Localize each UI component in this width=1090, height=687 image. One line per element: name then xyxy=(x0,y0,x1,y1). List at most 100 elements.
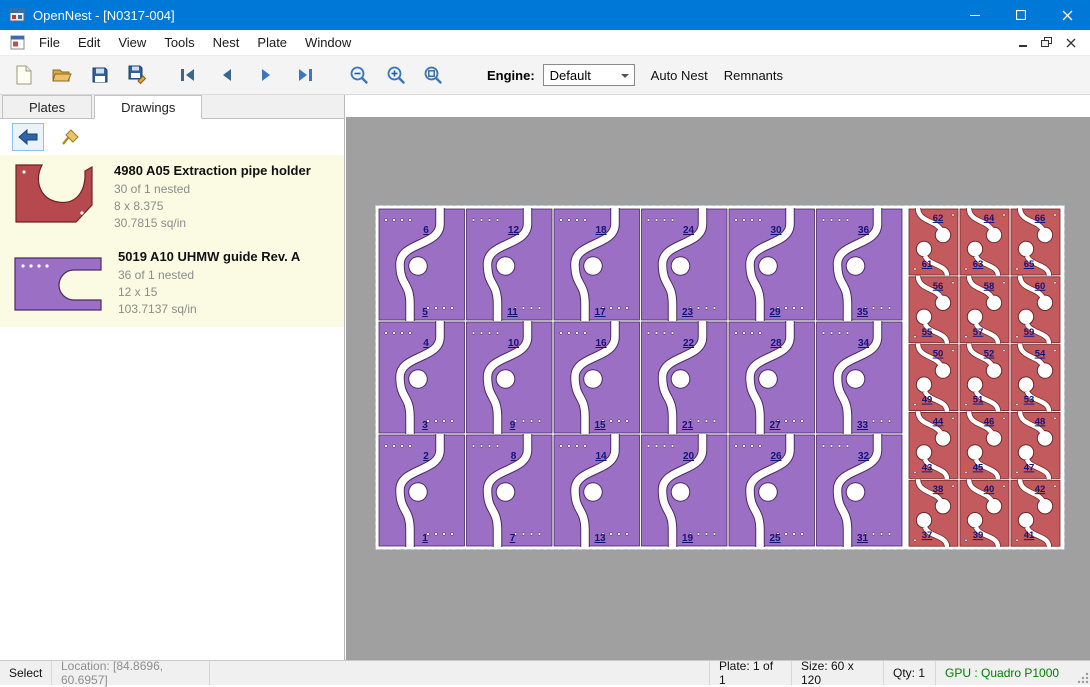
drill-hole xyxy=(663,445,666,448)
nested-part-pair-red[interactable]: 4039 xyxy=(960,479,1009,547)
nested-part-pair-purple[interactable]: 43 xyxy=(379,321,465,434)
drawing-item-purple[interactable]: 5019 A10 UHMW guide Rev. A 36 of 1 neste… xyxy=(0,241,344,327)
drill-hole xyxy=(822,332,825,335)
drill-hole xyxy=(538,307,541,310)
new-document-icon xyxy=(15,65,33,85)
nest-canvas[interactable]: 6512111817242330293635431091615222128273… xyxy=(346,95,1090,660)
minimize-button[interactable] xyxy=(952,0,998,30)
nested-part-pair-red[interactable]: 4241 xyxy=(1011,479,1060,547)
nested-part-pair-purple[interactable]: 65 xyxy=(379,208,465,321)
tab-drawings[interactable]: Drawings xyxy=(94,95,202,119)
nested-part-pair-purple[interactable]: 1615 xyxy=(554,321,640,434)
canvas-margin xyxy=(346,95,1090,117)
resize-grip[interactable] xyxy=(1075,661,1090,685)
drill-hole xyxy=(1054,417,1056,419)
grip-dots-icon xyxy=(1076,671,1089,684)
menu-view[interactable]: View xyxy=(109,31,155,54)
zoom-fit-button[interactable] xyxy=(417,60,449,90)
nested-part-pair-red[interactable]: 3837 xyxy=(909,479,958,547)
menu-edit[interactable]: Edit xyxy=(69,31,109,54)
drill-hole xyxy=(496,219,499,222)
mdi-close-button[interactable] xyxy=(1060,34,1082,52)
nested-part-pair-red[interactable]: 5655 xyxy=(909,276,958,344)
nested-part-pair-red[interactable]: 5453 xyxy=(1011,344,1060,412)
maximize-button[interactable] xyxy=(998,0,1044,30)
nested-part-pair-purple[interactable]: 1413 xyxy=(554,434,640,547)
mdi-restore-button[interactable] xyxy=(1036,34,1058,52)
nested-part-pair-red[interactable]: 4645 xyxy=(960,411,1009,479)
nav-first-button[interactable] xyxy=(172,60,204,90)
nested-part-pair-purple[interactable]: 3029 xyxy=(729,208,815,321)
nested-part-pair-red[interactable]: 5857 xyxy=(960,276,1009,344)
drill-hole xyxy=(952,349,954,351)
clear-button[interactable] xyxy=(54,123,86,151)
nested-part-pair-purple[interactable]: 21 xyxy=(379,434,465,547)
new-button[interactable] xyxy=(8,60,40,90)
nest-plate-view[interactable]: 6512111817242330293635431091615222128273… xyxy=(375,205,1065,550)
close-button[interactable] xyxy=(1044,0,1090,30)
nested-part-pair-red[interactable]: 4443 xyxy=(909,411,958,479)
drill-hole xyxy=(496,332,499,335)
nested-part-pair-purple[interactable]: 2019 xyxy=(642,434,728,547)
nested-part-pair-purple[interactable]: 3635 xyxy=(817,208,903,321)
menu-nest[interactable]: Nest xyxy=(204,31,249,54)
drill-hole xyxy=(880,420,883,423)
menu-file[interactable]: File xyxy=(30,31,69,54)
drill-hole xyxy=(647,445,650,448)
save-button[interactable] xyxy=(84,60,116,90)
drill-hole xyxy=(618,420,621,423)
nested-part-pair-red[interactable]: 6665 xyxy=(1011,208,1060,276)
mdi-minimize-button[interactable] xyxy=(1012,34,1034,52)
drill-hole xyxy=(663,219,666,222)
drill-hole xyxy=(838,445,841,448)
drill-hole xyxy=(830,445,833,448)
nested-part-pair-red[interactable]: 6261 xyxy=(909,208,958,276)
status-size: Size: 60 x 120 xyxy=(791,661,883,685)
menu-plate[interactable]: Plate xyxy=(248,31,296,54)
nested-part-pair-red[interactable]: 5049 xyxy=(909,344,958,412)
drawing-item-red[interactable]: 4980 A05 Extraction pipe holder 30 of 1 … xyxy=(0,155,344,241)
part-number-label: 1 xyxy=(422,533,428,544)
part-number-label: 49 xyxy=(922,395,933,406)
remnants-button[interactable]: Remnants xyxy=(724,68,783,83)
nav-next-button[interactable] xyxy=(250,60,282,90)
maximize-icon xyxy=(1016,10,1026,20)
menu-window[interactable]: Window xyxy=(296,31,360,54)
nested-part-pair-red[interactable]: 5251 xyxy=(960,344,1009,412)
nested-part-pair-purple[interactable]: 109 xyxy=(467,321,553,434)
nested-part-pair-purple[interactable]: 3231 xyxy=(817,434,903,547)
nested-part-pair-purple[interactable]: 1211 xyxy=(467,208,553,321)
nav-last-button[interactable] xyxy=(289,60,321,90)
nested-part-pair-red[interactable]: 6463 xyxy=(960,208,1009,276)
nested-part-pair-purple[interactable]: 3433 xyxy=(817,321,903,434)
drill-hole xyxy=(952,417,954,419)
engine-select[interactable]: Default xyxy=(543,64,635,86)
zoom-out-button[interactable] xyxy=(343,60,375,90)
part-number-label: 64 xyxy=(984,213,995,224)
drill-hole xyxy=(838,332,841,335)
nested-part-pair-purple[interactable]: 2423 xyxy=(642,208,728,321)
drill-hole xyxy=(965,471,967,473)
return-part-button[interactable] xyxy=(12,123,44,151)
nav-prev-button[interactable] xyxy=(211,60,243,90)
open-button[interactable] xyxy=(46,60,78,90)
menu-tools[interactable]: Tools xyxy=(155,31,203,54)
minimize-icon xyxy=(970,15,980,16)
drill-hole xyxy=(522,533,525,536)
nested-part-pair-purple[interactable]: 2827 xyxy=(729,321,815,434)
part-number-label: 24 xyxy=(683,225,695,236)
auto-nest-button[interactable]: Auto Nest xyxy=(651,68,708,83)
nested-part-pair-purple[interactable]: 87 xyxy=(467,434,553,547)
nested-part-pair-red[interactable]: 4847 xyxy=(1011,411,1060,479)
save-as-button[interactable] xyxy=(122,60,154,90)
drill-hole xyxy=(522,307,525,310)
nested-part-pair-red[interactable]: 6059 xyxy=(1011,276,1060,344)
nested-part-pair-purple[interactable]: 1817 xyxy=(554,208,640,321)
document-system-icon[interactable] xyxy=(10,35,25,50)
nested-part-pair-purple[interactable]: 2625 xyxy=(729,434,815,547)
zoom-in-button[interactable] xyxy=(380,60,412,90)
drill-hole xyxy=(759,445,762,448)
tab-plates[interactable]: Plates xyxy=(2,95,92,118)
nested-part-pair-purple[interactable]: 2221 xyxy=(642,321,728,434)
part-number-label: 25 xyxy=(769,533,781,544)
